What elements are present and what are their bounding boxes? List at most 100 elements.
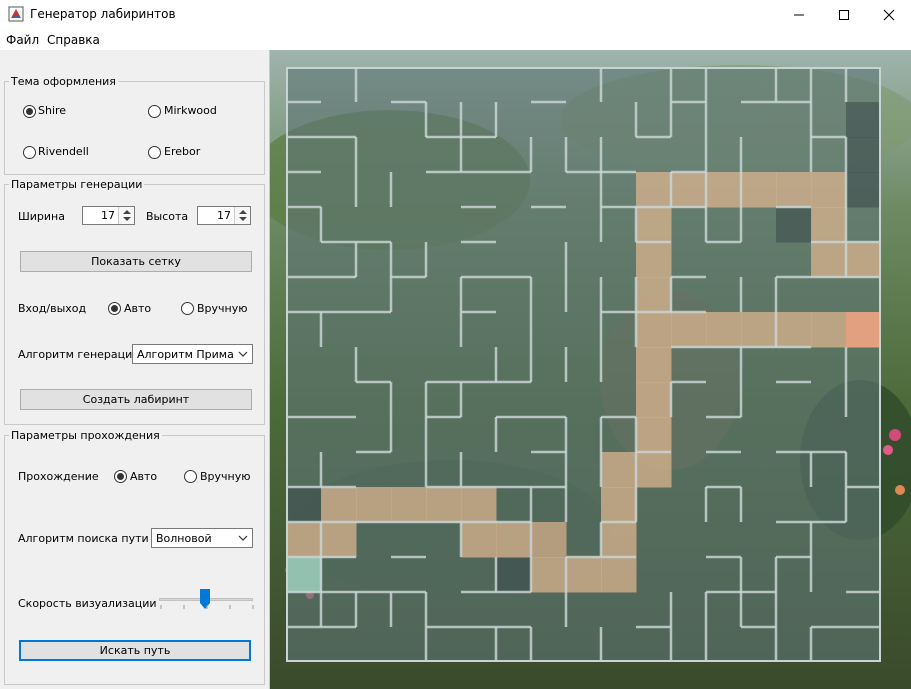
path-cell bbox=[531, 557, 567, 593]
theme-rivendell-radio[interactable] bbox=[23, 146, 36, 159]
theme-rivendell-label[interactable]: Rivendell bbox=[38, 145, 89, 158]
chevron-down-icon bbox=[238, 351, 248, 357]
path-cell bbox=[811, 242, 847, 278]
solve-manual-label[interactable]: Вручную bbox=[200, 470, 251, 483]
maximize-button[interactable] bbox=[821, 0, 866, 29]
theme-mirkwood-label[interactable]: Mirkwood bbox=[164, 104, 217, 117]
theme-group: Тема оформления Shire Mirkwood Rivendell… bbox=[4, 75, 265, 175]
path-cell bbox=[636, 242, 672, 278]
theme-erebor-radio[interactable] bbox=[148, 146, 161, 159]
path-cell bbox=[356, 487, 392, 523]
width-label: Ширина bbox=[18, 210, 65, 223]
height-spinner[interactable]: 17 bbox=[197, 206, 251, 225]
minimize-icon bbox=[793, 14, 804, 15]
visited-cell bbox=[286, 487, 322, 523]
speed-slider-ticks bbox=[160, 605, 254, 609]
path-cell bbox=[601, 487, 637, 523]
theme-shire-label[interactable]: Shire bbox=[38, 104, 66, 117]
path-cell bbox=[636, 312, 672, 348]
path-cell bbox=[811, 172, 847, 208]
window-title: Генератор лабиринтов bbox=[30, 7, 176, 21]
speed-label: Скорость визуализации bbox=[18, 597, 157, 610]
path-cell bbox=[706, 312, 742, 348]
path-cell bbox=[636, 382, 672, 418]
find-path-button[interactable]: Искать путь bbox=[19, 640, 251, 661]
menu-file[interactable]: Файл bbox=[6, 33, 39, 47]
path-cell bbox=[741, 172, 777, 208]
path-cell bbox=[461, 487, 497, 523]
maximize-icon bbox=[838, 9, 849, 20]
path-cell bbox=[636, 207, 672, 243]
solve-auto-radio[interactable] bbox=[114, 470, 127, 483]
close-icon bbox=[883, 9, 894, 20]
path-cell bbox=[601, 557, 637, 593]
gen-algorithm-select[interactable]: Алгоритм Прима bbox=[132, 344, 253, 364]
exit-cell bbox=[846, 312, 881, 348]
visited-cell bbox=[776, 207, 812, 243]
entry-cell bbox=[286, 557, 322, 593]
arrow-up-icon[interactable] bbox=[239, 210, 247, 214]
solve-mode-label: Прохождение bbox=[18, 470, 99, 483]
path-cell bbox=[706, 172, 742, 208]
generation-legend: Параметры генерации bbox=[9, 178, 145, 191]
width-spinner[interactable]: 17 bbox=[82, 206, 135, 225]
solving-legend: Параметры прохождения bbox=[9, 429, 162, 442]
path-cell bbox=[776, 172, 812, 208]
solve-auto-label[interactable]: Авто bbox=[130, 470, 157, 483]
generation-group: Параметры генерации Ширина 17 Высота 17 … bbox=[4, 178, 265, 425]
path-cell bbox=[321, 522, 357, 558]
title-bar: Генератор лабиринтов bbox=[0, 0, 911, 29]
entry-manual-radio[interactable] bbox=[181, 302, 194, 315]
maze-grid[interactable] bbox=[286, 67, 881, 662]
menu-help[interactable]: Справка bbox=[47, 33, 100, 47]
close-button[interactable] bbox=[866, 0, 911, 29]
app-icon bbox=[8, 6, 24, 22]
maze-view[interactable] bbox=[270, 50, 911, 689]
search-algorithm-select[interactable]: Волновой bbox=[151, 528, 253, 548]
path-cell bbox=[461, 522, 497, 558]
path-cell bbox=[671, 172, 707, 208]
path-cell bbox=[286, 522, 322, 558]
theme-shire-radio[interactable] bbox=[23, 105, 36, 118]
path-cell bbox=[496, 522, 532, 558]
show-grid-button[interactable]: Показать сетку bbox=[20, 251, 252, 272]
theme-erebor-label[interactable]: Erebor bbox=[164, 145, 200, 158]
height-stepper-arrows[interactable] bbox=[234, 207, 250, 224]
path-cell bbox=[636, 417, 672, 453]
entry-auto-radio[interactable] bbox=[108, 302, 121, 315]
minimize-button[interactable] bbox=[776, 0, 821, 29]
arrow-down-icon[interactable] bbox=[123, 217, 131, 221]
gen-algorithm-value: Алгоритм Прима bbox=[137, 348, 234, 361]
entry-manual-label[interactable]: Вручную bbox=[197, 302, 248, 315]
entry-exit-label: Вход/выход bbox=[18, 302, 87, 315]
search-algorithm-label: Алгоритм поиска пути bbox=[18, 532, 149, 545]
arrow-down-icon[interactable] bbox=[239, 217, 247, 221]
path-cell bbox=[636, 172, 672, 208]
width-stepper-arrows[interactable] bbox=[118, 207, 134, 224]
path-cell bbox=[636, 347, 672, 383]
path-cell bbox=[636, 452, 672, 488]
search-algorithm-value: Волновой bbox=[156, 532, 212, 545]
theme-legend: Тема оформления bbox=[9, 75, 118, 88]
height-value: 17 bbox=[217, 209, 231, 222]
visited-cell bbox=[846, 102, 881, 138]
chevron-down-icon bbox=[238, 535, 248, 541]
solve-manual-radio[interactable] bbox=[184, 470, 197, 483]
path-cell bbox=[601, 452, 637, 488]
entry-auto-label[interactable]: Авто bbox=[124, 302, 151, 315]
visited-cell bbox=[846, 137, 881, 173]
create-maze-button[interactable]: Создать лабиринт bbox=[20, 389, 252, 410]
theme-mirkwood-radio[interactable] bbox=[148, 105, 161, 118]
path-cell bbox=[426, 487, 462, 523]
visited-cell bbox=[846, 172, 881, 208]
path-cell bbox=[321, 487, 357, 523]
path-cell bbox=[531, 522, 567, 558]
height-label: Высота bbox=[146, 210, 189, 223]
path-cell bbox=[601, 522, 637, 558]
arrow-up-icon[interactable] bbox=[123, 210, 131, 214]
path-cell bbox=[671, 312, 707, 348]
path-cell bbox=[391, 487, 427, 523]
path-cell bbox=[811, 207, 847, 243]
menu-bar: Файл Справка bbox=[0, 29, 911, 50]
control-panel: Тема оформления Shire Mirkwood Rivendell… bbox=[0, 50, 270, 689]
